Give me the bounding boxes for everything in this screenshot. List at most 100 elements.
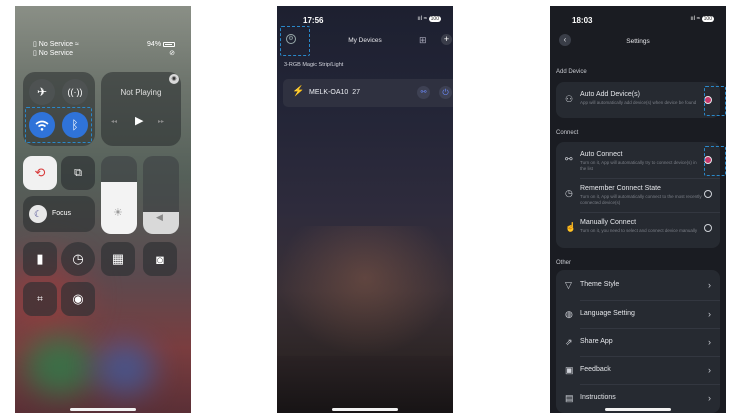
airplay-icon[interactable]: ◉	[169, 74, 179, 84]
chevron-right-icon: ›	[708, 309, 711, 319]
battery-badge: 100	[428, 16, 441, 22]
rotation-lock-icon[interactable]: ⟲	[23, 156, 57, 190]
manual-connect-desc: Turn on it, you need to select and conne…	[580, 228, 698, 233]
shirt-icon: ▽	[565, 280, 572, 290]
calculator-icon[interactable]: ▦	[101, 242, 135, 276]
speaker-icon: ◀	[156, 212, 163, 222]
page-title: My Devices	[348, 37, 382, 44]
hand-icon: ☝	[565, 222, 577, 232]
auto-connect-title: Auto Connect	[580, 151, 623, 158]
wallpaper-blob	[95, 341, 155, 396]
brightness-slider[interactable]: ☀	[101, 156, 137, 234]
next-track-icon[interactable]: ▸▸	[158, 118, 164, 125]
chevron-right-icon: ›	[708, 365, 711, 375]
auto-add-desc: App will automatically add device(s) whe…	[580, 100, 697, 105]
battery-percent: 94%	[147, 41, 162, 48]
device-number: 27	[352, 89, 360, 96]
theme-style-label: Theme Style	[580, 281, 620, 288]
device-group-label: 3-RGB Magic Strip/Light	[284, 62, 344, 68]
signal-icon: ııl	[690, 16, 696, 22]
background-haze	[277, 226, 453, 356]
globe-icon: ◍	[565, 309, 573, 319]
device-card[interactable]: ⚡ MELK-OA10 27 ⚯ ⏻	[283, 79, 453, 107]
highlight-box	[704, 86, 726, 116]
add-device-icon[interactable]: +	[441, 34, 452, 45]
home-indicator	[605, 408, 671, 411]
grid-view-icon[interactable]: ⊞	[419, 35, 427, 46]
previous-track-icon[interactable]: ◂◂	[111, 118, 117, 125]
qr-scanner-icon[interactable]: ⌗	[23, 282, 57, 316]
language-setting-row[interactable]: ◍ Language Setting ›	[556, 301, 720, 329]
wifi-icon: ≈	[423, 16, 427, 22]
focus-label: Focus	[52, 210, 72, 217]
manual-connect-row[interactable]: ☝ Manually Connect Turn on it, you need …	[556, 214, 720, 242]
camera-icon[interactable]: ◙	[143, 242, 177, 276]
remember-state-toggle[interactable]	[704, 190, 712, 198]
carrier-2: No Service	[38, 50, 74, 57]
device-name: MELK-OA10 27	[309, 89, 360, 96]
status-time: 17:56	[303, 16, 324, 25]
control-center-screen: ▯ No Service ≈ ▯ No Service 94% ⊘ ✈ ((·)…	[15, 6, 191, 413]
page-title: Settings	[626, 38, 650, 45]
screen-mirroring-icon[interactable]: ⧉	[61, 156, 95, 190]
chevron-right-icon: ›	[708, 280, 711, 290]
share-app-label: Share App	[580, 338, 613, 345]
share-app-row[interactable]: ⇗ Share App ›	[556, 329, 720, 357]
timer-icon[interactable]: ◷	[61, 242, 95, 276]
signal-icon: ııl	[417, 16, 423, 22]
remember-state-desc: Turn on it, App will automatically conne…	[580, 194, 702, 205]
now-playing-tile[interactable]	[101, 72, 181, 146]
section-connect: Connect	[556, 130, 579, 136]
clock-icon: ◷	[565, 188, 573, 198]
auto-add-row[interactable]: ⚇ Auto Add Device(s) App will automatica…	[556, 86, 720, 114]
auto-connect-row[interactable]: ⚯ Auto Connect Turn on it, App will auto…	[556, 146, 720, 174]
link-icon[interactable]: ⚯	[417, 86, 430, 99]
background-landscape	[277, 356, 453, 413]
carrier-1: No Service	[38, 41, 74, 48]
power-icon[interactable]: ⏻	[439, 86, 452, 99]
share-icon: ⇗	[565, 337, 573, 347]
volume-slider[interactable]: ◀	[143, 156, 179, 234]
home-indicator	[70, 408, 136, 411]
chevron-right-icon: ›	[708, 337, 711, 347]
divider	[580, 212, 720, 213]
auto-add-icon: ⚇	[565, 94, 574, 104]
now-playing-label: Not Playing	[120, 88, 162, 97]
screen-recording-icon[interactable]: ◉	[61, 282, 95, 316]
feedback-label: Feedback	[580, 366, 611, 373]
home-indicator	[332, 408, 398, 411]
highlight-box	[704, 146, 726, 176]
document-icon: ▤	[565, 393, 574, 403]
highlight-box	[25, 107, 92, 143]
feedback-icon: ▣	[565, 365, 574, 375]
wifi-icon: ≈	[696, 16, 700, 22]
play-icon[interactable]: ▶	[135, 114, 143, 127]
auto-connect-desc: Turn on it, App will automatically try t…	[580, 160, 697, 171]
manual-connect-toggle[interactable]	[704, 224, 712, 232]
section-add-device: Add Device	[556, 69, 587, 75]
settings-screen: 18:03 ııl ≈ 100 ‹ Settings Add Device ⚇ …	[550, 6, 726, 413]
section-other: Other	[556, 260, 572, 266]
sun-icon: ☀	[113, 207, 123, 219]
language-setting-label: Language Setting	[580, 310, 635, 317]
my-devices-screen: 17:56 ııl ≈ 100 ⚙ My Devices ⊞ + 3-RGB M…	[277, 6, 453, 413]
divider	[580, 178, 720, 179]
carrier-status: ▯ No Service ≈ ▯ No Service	[33, 41, 79, 57]
auto-add-title: Auto Add Device(s)	[580, 91, 640, 98]
instructions-label: Instructions	[580, 394, 616, 401]
manual-connect-title: Manually Connect	[580, 219, 637, 226]
status-icons: ııl ≈ 100	[690, 16, 714, 22]
chevron-right-icon: ›	[708, 393, 711, 403]
airplane-mode-icon[interactable]: ✈	[29, 79, 55, 105]
wallpaper-blob	[25, 336, 95, 396]
battery-status: 94% ⊘	[147, 40, 175, 58]
battery-badge: 100	[701, 16, 714, 22]
remember-state-title: Remember Connect State	[580, 185, 661, 192]
theme-style-row[interactable]: ▽ Theme Style ›	[556, 272, 720, 300]
flashlight-icon[interactable]: ▮	[23, 242, 57, 276]
feedback-row[interactable]: ▣ Feedback ›	[556, 357, 720, 385]
status-time: 18:03	[572, 16, 593, 25]
cellular-data-icon[interactable]: ((·))	[62, 79, 88, 105]
remember-state-row[interactable]: ◷ Remember Connect State Turn on it, App…	[556, 180, 720, 208]
lock-rotation-icon: ⊘	[169, 50, 175, 57]
